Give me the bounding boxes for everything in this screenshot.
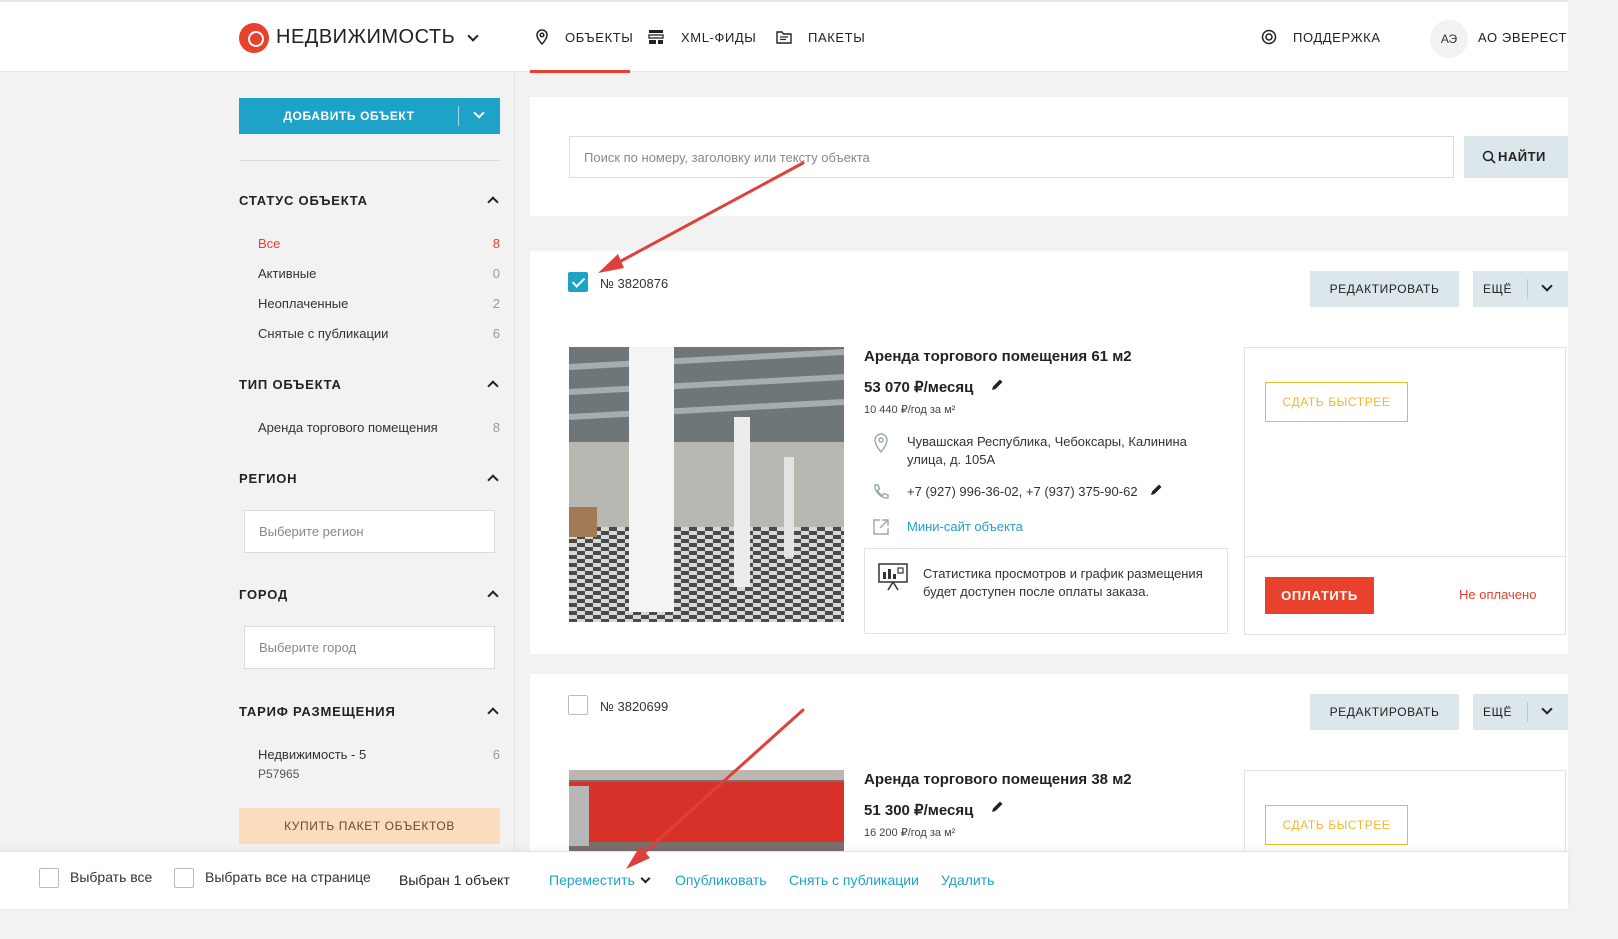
more-button[interactable]: ЕЩЁ bbox=[1473, 694, 1568, 730]
chevron-down-icon[interactable] bbox=[467, 30, 479, 42]
status-filter-active[interactable]: Активные bbox=[258, 266, 316, 281]
city-filter-title[interactable]: ГОРОД bbox=[239, 587, 288, 602]
minisite-link[interactable]: Мини-сайт объекта bbox=[907, 518, 1023, 536]
city-input[interactable] bbox=[244, 626, 495, 669]
listing-photo[interactable] bbox=[569, 770, 844, 851]
select-page-checkbox[interactable] bbox=[174, 868, 194, 888]
type-count: 8 bbox=[492, 420, 500, 435]
region-input[interactable] bbox=[244, 510, 495, 553]
edit-button[interactable]: РЕДАКТИРОВАТЬ bbox=[1310, 694, 1459, 730]
logo-icon[interactable] bbox=[239, 23, 269, 53]
chevron-down-icon[interactable] bbox=[640, 873, 651, 884]
move-action[interactable]: Переместить bbox=[549, 872, 635, 888]
nav-objects[interactable]: ОБЪЕКТЫ bbox=[565, 30, 633, 45]
listing-price: 51 300 ₽/месяц bbox=[864, 802, 974, 819]
publish-action[interactable]: Опубликовать bbox=[675, 872, 767, 888]
edit-price-icon[interactable] bbox=[990, 378, 1004, 392]
support-link[interactable]: ПОДДЕРЖКА bbox=[1293, 30, 1381, 45]
stats-notice: Статистика просмотров и график размещени… bbox=[864, 548, 1228, 634]
status-filter-all[interactable]: Все bbox=[258, 236, 280, 251]
status-count-all: 8 bbox=[492, 236, 500, 251]
bulk-actions-bar: Выбрать все Выбрать все на странице Выбр… bbox=[0, 851, 1568, 909]
map-pin-icon bbox=[536, 29, 548, 45]
divider bbox=[239, 160, 500, 161]
button-divider bbox=[1527, 702, 1528, 722]
listing-price-per-m: 10 440 ₽/год за м² bbox=[864, 404, 956, 416]
top-bar: НЕДВИЖИМОСТЬ ОБЪЕКТЫ XML-ФИДЫ ПАКЕТЫ ПОД… bbox=[0, 0, 1568, 73]
search-button-label: НАЙТИ bbox=[1498, 149, 1546, 164]
search-button[interactable]: НАЙТИ bbox=[1464, 136, 1568, 178]
nav-packages[interactable]: ПАКЕТЫ bbox=[808, 30, 865, 45]
feed-icon bbox=[648, 30, 664, 44]
user-name[interactable]: АО ЭВЕРЕСТ bbox=[1478, 30, 1567, 45]
listing-number: № 3820699 bbox=[600, 699, 669, 714]
buy-package-button[interactable]: КУПИТЬ ПАКЕТ ОБЪЕКТОВ bbox=[239, 808, 500, 844]
divider bbox=[1245, 556, 1565, 557]
status-filter-title[interactable]: СТАТУС ОБЪЕКТА bbox=[239, 193, 368, 208]
listing-title[interactable]: Аренда торгового помещения 61 м2 bbox=[864, 348, 1132, 365]
statistics-icon bbox=[878, 563, 908, 591]
status-count-unpublished: 6 bbox=[492, 326, 500, 341]
delete-action[interactable]: Удалить bbox=[941, 872, 994, 888]
status-count-unpaid: 2 bbox=[492, 296, 500, 311]
unpublish-action[interactable]: Снять с публикации bbox=[789, 872, 919, 888]
tariff-count: 6 bbox=[492, 747, 500, 762]
tariff-filter-code: P57965 bbox=[258, 767, 300, 781]
rent-faster-button[interactable]: СДАТЬ БЫСТРЕЕ bbox=[1265, 382, 1408, 422]
select-all-label[interactable]: Выбрать все bbox=[70, 869, 152, 885]
listing-checkbox[interactable] bbox=[568, 272, 588, 292]
button-divider bbox=[1527, 279, 1528, 299]
selected-count: Выбран 1 объект bbox=[399, 872, 510, 888]
listing-checkbox[interactable] bbox=[568, 695, 588, 715]
type-filter-title[interactable]: ТИП ОБЪЕКТА bbox=[239, 377, 342, 392]
type-filter-retail-rent[interactable]: Аренда торгового помещения bbox=[258, 420, 438, 435]
edit-price-icon[interactable] bbox=[990, 800, 1004, 814]
more-button[interactable]: ЕЩЁ bbox=[1473, 271, 1568, 307]
add-object-label: ДОБАВИТЬ ОБЪЕКТ bbox=[283, 109, 415, 123]
pay-button[interactable]: ОПЛАТИТЬ bbox=[1265, 577, 1374, 614]
button-divider bbox=[458, 106, 459, 126]
listing-phones: +7 (927) 996-36-02, +7 (937) 375-90-62 bbox=[907, 484, 1138, 499]
status-filter-unpaid[interactable]: Неоплаченные bbox=[258, 296, 348, 311]
status-filter-unpublished[interactable]: Снятые с публикации bbox=[258, 326, 388, 341]
edit-button[interactable]: РЕДАКТИРОВАТЬ bbox=[1310, 271, 1459, 307]
external-link-icon bbox=[873, 519, 889, 535]
avatar[interactable]: АЭ bbox=[1430, 20, 1468, 58]
stats-notice-text: Статистика просмотров и график размещени… bbox=[923, 566, 1203, 599]
location-icon bbox=[874, 433, 888, 453]
payment-status: Не оплачено bbox=[1459, 587, 1537, 602]
listing-title[interactable]: Аренда торгового помещения 38 м2 bbox=[864, 771, 1132, 788]
add-object-button[interactable]: ДОБАВИТЬ ОБЪЕКТ bbox=[239, 98, 500, 134]
listing-number: № 3820876 bbox=[600, 276, 669, 291]
status-count-active: 0 bbox=[492, 266, 500, 281]
folder-icon bbox=[776, 31, 792, 44]
support-icon bbox=[1261, 29, 1277, 45]
region-filter-title[interactable]: РЕГИОН bbox=[239, 471, 297, 486]
phone-icon bbox=[874, 484, 889, 499]
listing-address: Чувашская Республика, Чебоксары, Калинин… bbox=[907, 434, 1187, 467]
listing-photo[interactable] bbox=[569, 347, 844, 622]
nav-xml-feeds[interactable]: XML-ФИДЫ bbox=[681, 30, 756, 45]
logo-text[interactable]: НЕДВИЖИМОСТЬ bbox=[276, 26, 455, 49]
search-input[interactable] bbox=[569, 136, 1454, 178]
tariff-filter-title[interactable]: ТАРИФ РАЗМЕЩЕНИЯ bbox=[239, 704, 396, 719]
active-tab-indicator bbox=[530, 70, 630, 73]
edit-phone-icon[interactable] bbox=[1149, 483, 1163, 497]
select-page-label[interactable]: Выбрать все на странице bbox=[205, 869, 371, 885]
search-icon bbox=[1482, 150, 1496, 164]
more-button-label: ЕЩЁ bbox=[1483, 282, 1513, 296]
listing-price: 53 070 ₽/месяц bbox=[864, 379, 974, 396]
chevron-down-icon[interactable] bbox=[473, 107, 485, 119]
chevron-down-icon[interactable] bbox=[1541, 280, 1553, 292]
rent-faster-button[interactable]: СДАТЬ БЫСТРЕЕ bbox=[1265, 805, 1408, 845]
chevron-down-icon[interactable] bbox=[1541, 703, 1553, 715]
select-all-checkbox[interactable] bbox=[39, 868, 59, 888]
tariff-filter-item[interactable]: Недвижимость - 5 bbox=[258, 747, 366, 762]
listing-price-per-m: 16 200 ₽/год за м² bbox=[864, 827, 956, 839]
more-button-label: ЕЩЁ bbox=[1483, 705, 1513, 719]
